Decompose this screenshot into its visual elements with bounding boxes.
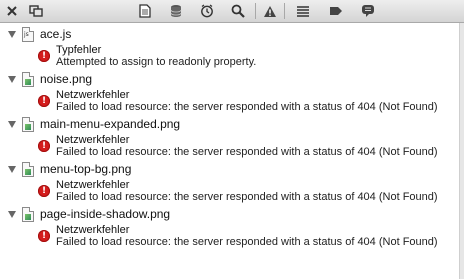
close-icon[interactable] — [4, 3, 20, 19]
error-icon: ! — [38, 50, 50, 62]
toolbar-separator — [284, 3, 285, 19]
error-type: Netzwerkfehler — [56, 179, 130, 191]
image-file-icon — [22, 117, 34, 132]
list-item[interactable]: page-inside-shadow.png ! Netzwerkfehler … — [0, 203, 460, 248]
error-type: Typfehler — [56, 44, 102, 56]
speech-bubble-icon[interactable] — [360, 3, 376, 19]
console-icon[interactable] — [295, 3, 311, 19]
image-file-icon — [22, 162, 34, 177]
file-name: ace.js — [40, 27, 72, 41]
image-file-icon — [22, 72, 34, 87]
image-file-icon — [25, 124, 31, 130]
error-type: Netzwerkfehler — [56, 224, 130, 236]
error-icon: ! — [38, 140, 50, 152]
error-icon: ! — [38, 95, 50, 107]
warning-icon[interactable] — [262, 3, 278, 19]
document-icon[interactable] — [137, 3, 153, 19]
script-file-icon: js — [24, 31, 29, 38]
error-message: Failed to load resource: the server resp… — [56, 236, 438, 248]
image-file-icon — [25, 79, 31, 85]
database-icon[interactable] — [168, 3, 184, 19]
list-item[interactable]: noise.png ! Netzwerkfehler Failed to loa… — [0, 68, 460, 113]
window-split-icon[interactable] — [28, 3, 44, 19]
error-message: Attempted to assign to readonly property… — [56, 56, 257, 68]
image-file-icon — [25, 214, 31, 220]
error-icon: ! — [38, 185, 50, 197]
search-icon[interactable] — [230, 3, 246, 19]
image-file-icon — [22, 207, 34, 222]
error-icon: ! — [38, 230, 50, 242]
issues-list: js ace.js ! Typfehler Attempted to assig… — [0, 23, 460, 248]
disclosure-triangle-icon[interactable] — [8, 166, 16, 173]
scrollbar[interactable] — [459, 23, 464, 279]
timeline-icon[interactable] — [199, 3, 215, 19]
file-name: noise.png — [40, 72, 93, 86]
error-message: Failed to load resource: the server resp… — [56, 191, 438, 203]
error-type: Netzwerkfehler — [56, 89, 130, 101]
disclosure-triangle-icon[interactable] — [8, 211, 16, 218]
file-name: page-inside-shadow.png — [40, 207, 171, 221]
list-item[interactable]: main-menu-expanded.png ! Netzwerkfehler … — [0, 113, 460, 158]
tag-icon[interactable] — [328, 3, 344, 19]
disclosure-triangle-icon[interactable] — [8, 31, 16, 38]
disclosure-triangle-icon[interactable] — [8, 76, 16, 83]
disclosure-triangle-icon[interactable] — [8, 121, 16, 128]
error-message: Failed to load resource: the server resp… — [56, 101, 438, 113]
toolbar-separator — [255, 3, 256, 19]
script-file-icon: js — [22, 27, 34, 42]
error-type: Netzwerkfehler — [56, 134, 130, 146]
image-file-icon — [25, 169, 31, 175]
file-name: main-menu-expanded.png — [40, 117, 181, 131]
error-message: Failed to load resource: the server resp… — [56, 146, 438, 158]
file-name: menu-top-bg.png — [40, 162, 132, 176]
list-item[interactable]: js ace.js ! Typfehler Attempted to assig… — [0, 23, 460, 68]
toolbar — [0, 0, 464, 23]
list-item[interactable]: menu-top-bg.png ! Netzwerkfehler Failed … — [0, 158, 460, 203]
